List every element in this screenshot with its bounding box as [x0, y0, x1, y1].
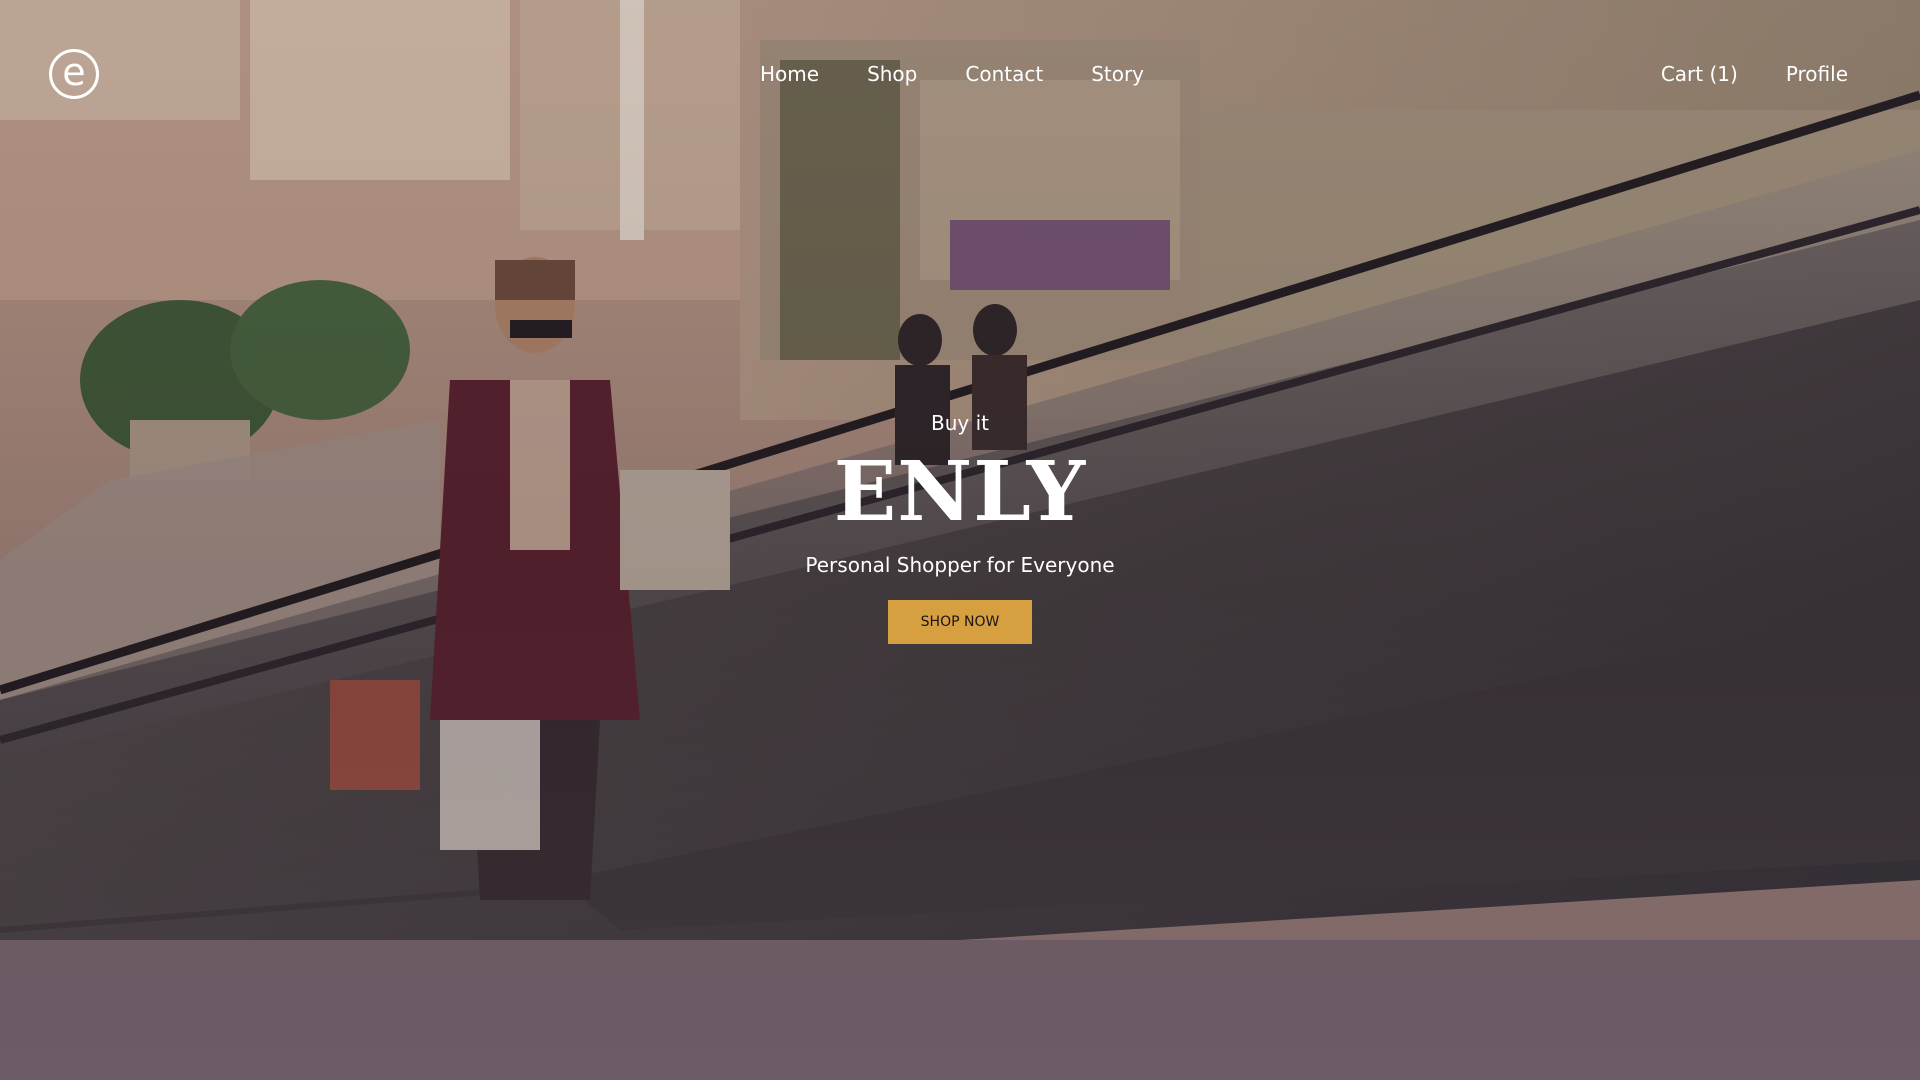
nav-home-link[interactable]: Home: [760, 62, 819, 86]
user-nav: Cart (1) Profile: [1661, 62, 1848, 86]
hero-section: e Home Shop Contact Story Cart (1) Profi…: [0, 0, 1920, 1080]
profile-link[interactable]: Profile: [1786, 62, 1848, 86]
hero-eyebrow: Buy it: [931, 411, 989, 435]
site-header: e Home Shop Contact Story Cart (1) Profi…: [0, 0, 1920, 150]
logo-e-icon: e: [62, 50, 86, 94]
main-nav: Home Shop Contact Story: [760, 62, 1144, 86]
cart-link[interactable]: Cart (1): [1661, 62, 1738, 86]
hero-tagline: Personal Shopper for Everyone: [805, 553, 1115, 577]
nav-contact-link[interactable]: Contact: [965, 62, 1043, 86]
hero-copy: Buy it ENLY Personal Shopper for Everyon…: [660, 408, 1260, 644]
nav-shop-link[interactable]: Shop: [867, 62, 917, 86]
logo[interactable]: e: [49, 49, 99, 99]
shop-now-button[interactable]: SHOP NOW: [888, 600, 1032, 644]
brand-title: ENLY: [833, 444, 1087, 540]
nav-story-link[interactable]: Story: [1091, 62, 1144, 86]
